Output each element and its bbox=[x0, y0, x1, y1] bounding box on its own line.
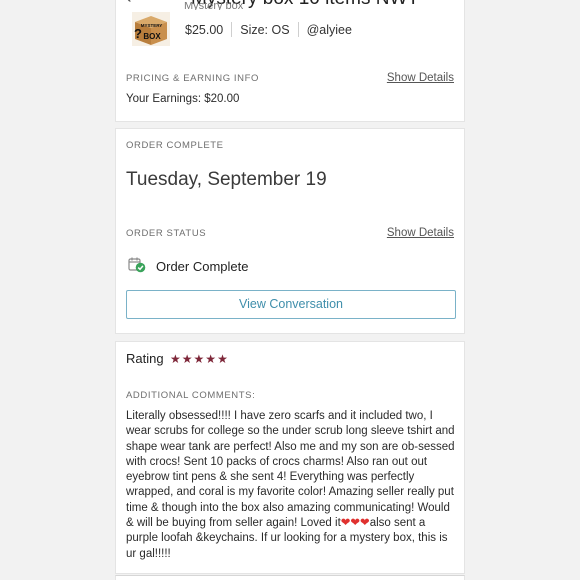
chevron-left-icon[interactable]: ‹ bbox=[125, 0, 132, 9]
order-status-text: Order Complete bbox=[156, 259, 249, 274]
order-complete-check-icon bbox=[128, 257, 146, 273]
view-conversation-button[interactable]: View Conversation bbox=[126, 290, 456, 319]
pricing-section-label: PRICING & EARNING INFO bbox=[126, 73, 260, 84]
item-price: $25.00 bbox=[185, 22, 224, 37]
comment-text-part1: Literally obsessed!!!! I have zero scarf… bbox=[126, 410, 455, 530]
additional-comments-label: ADDITIONAL COMMENTS: bbox=[126, 390, 256, 401]
item-name: Mystery box bbox=[184, 2, 244, 10]
svg-text:?: ? bbox=[134, 26, 142, 41]
rating-card: Rating ★ ★ ★ ★ ★ ADDITIONAL COMMENTS: Litera… bbox=[115, 341, 465, 574]
meta-divider bbox=[231, 22, 233, 37]
star-icon: ★ bbox=[217, 352, 228, 366]
pricing-show-details-link[interactable]: Show Details bbox=[387, 72, 454, 84]
order-status-show-details-link[interactable]: Show Details bbox=[387, 227, 454, 239]
your-earnings: Your Earnings: $20.00 bbox=[126, 93, 240, 105]
review-comment: Literally obsessed!!!! I have zero scarf… bbox=[126, 409, 460, 562]
star-icon: ★ bbox=[205, 352, 217, 366]
order-status-card: ORDER COMPLETE Tuesday, September 19 ORD… bbox=[115, 128, 465, 334]
item-summary-card: ‹ Mystery box 10 items NWT ? MYSTERY BOX… bbox=[115, 0, 465, 122]
star-icon: ★ bbox=[170, 352, 181, 366]
star-icon: ★ bbox=[193, 352, 205, 366]
next-card bbox=[115, 575, 465, 580]
rating-label: Rating bbox=[126, 351, 164, 366]
order-status-label: ORDER STATUS bbox=[126, 228, 207, 239]
order-complete-label: ORDER COMPLETE bbox=[126, 140, 224, 151]
seller-handle[interactable]: @alyiee bbox=[307, 23, 352, 37]
thumbnail-text-line2: BOX bbox=[143, 32, 161, 41]
item-meta: $25.00 Size: OS @alyiee bbox=[185, 22, 352, 37]
star-icon: ★ bbox=[181, 352, 193, 366]
thumbnail-text-line1: MYSTERY bbox=[141, 23, 163, 28]
mystery-box-icon[interactable]: ? MYSTERY BOX bbox=[132, 12, 170, 46]
meta-divider bbox=[297, 22, 299, 37]
rating-stars: ★ ★ ★ ★ ★ bbox=[170, 351, 228, 367]
heart-emojis: ❤❤❤ bbox=[340, 517, 370, 530]
order-details-page: ‹ Mystery box 10 items NWT ? MYSTERY BOX… bbox=[115, 0, 465, 580]
item-size: Size: OS bbox=[240, 22, 290, 37]
order-date: Tuesday, September 19 bbox=[126, 169, 327, 190]
